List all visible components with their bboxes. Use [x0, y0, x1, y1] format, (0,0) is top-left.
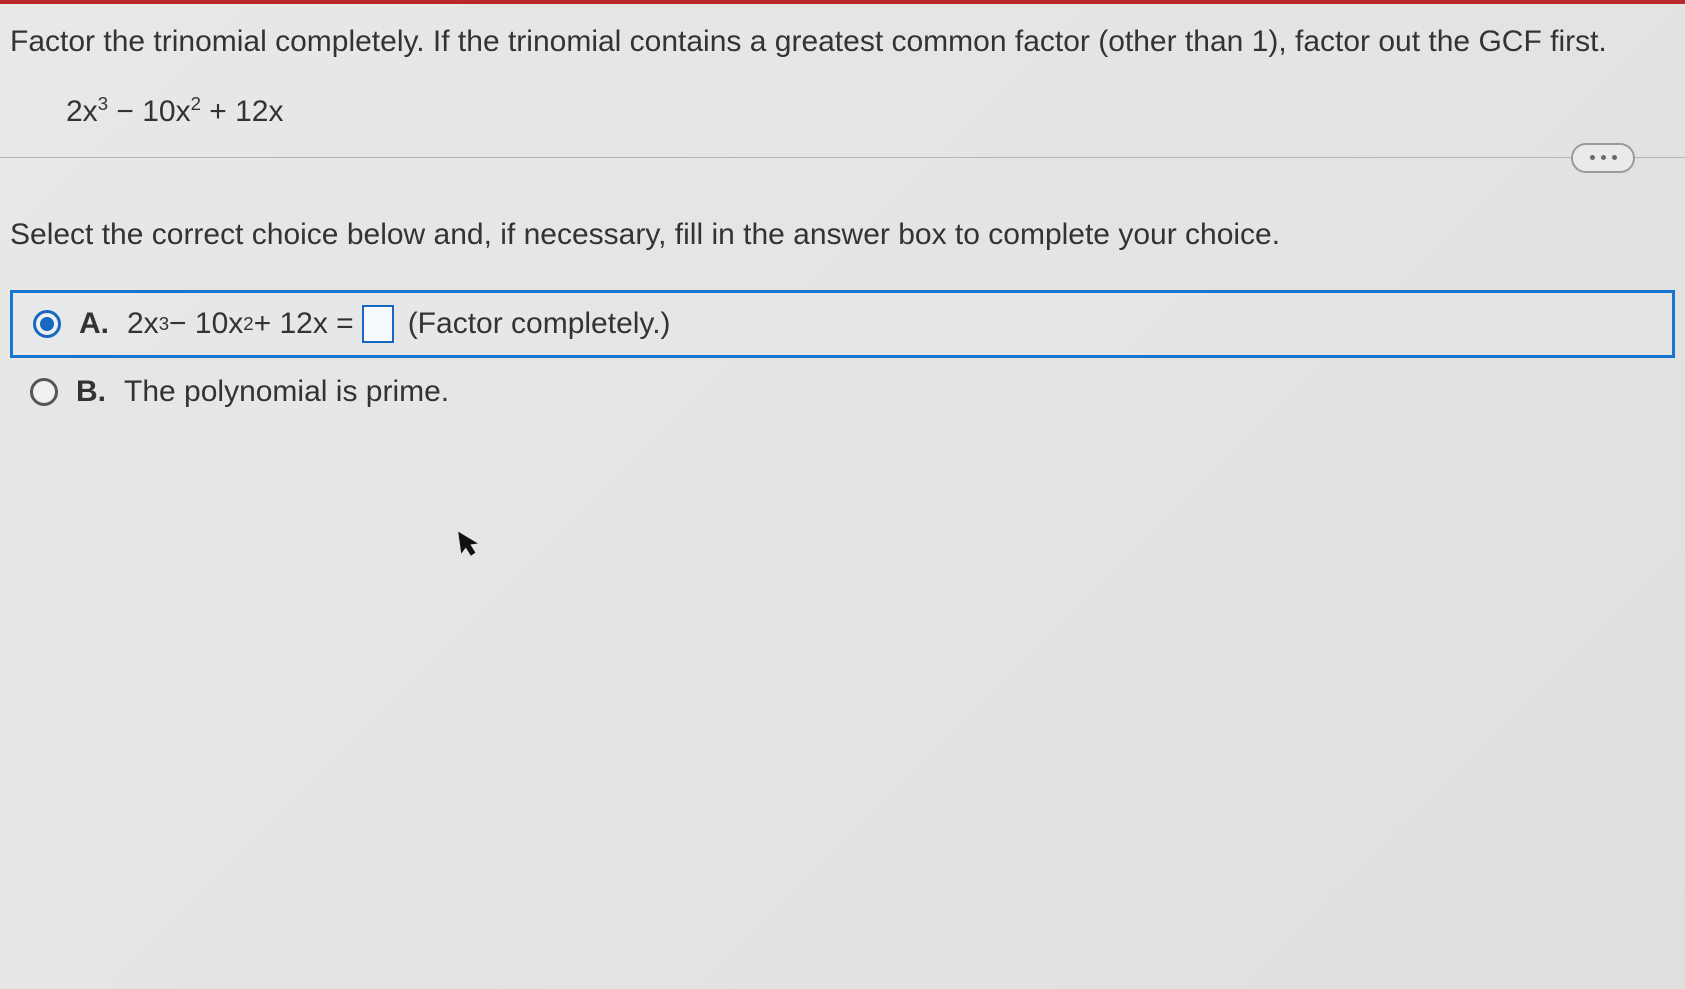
question-prompt: Factor the trinomial completely. If the …	[10, 22, 1675, 63]
choice-a-label: A.	[79, 307, 109, 341]
expr-term1-exp: 3	[98, 93, 108, 114]
choice-a-hint: (Factor completely.)	[408, 307, 671, 341]
choice-b-radio[interactable]	[30, 378, 58, 406]
ellipsis-dot-icon	[1601, 155, 1606, 160]
choice-a-body: 2x3 − 10x2 + 12x = (Factor completely.)	[127, 305, 671, 343]
choice-a-radio[interactable]	[33, 310, 61, 338]
choice-a-row[interactable]: A. 2x3 − 10x2 + 12x = (Factor completely…	[10, 290, 1675, 358]
cursor-icon	[458, 529, 485, 567]
expr-term2: − 10x	[108, 95, 191, 128]
answer-input-box[interactable]	[362, 305, 394, 343]
choice-b-row[interactable]: B. The polynomial is prime.	[10, 358, 1675, 426]
expr-term2-exp: 2	[191, 93, 201, 114]
page-root: Factor the trinomial completely. If the …	[0, 0, 1685, 989]
ellipsis-dot-icon	[1612, 155, 1617, 160]
choice-a-expr-mid: − 10x	[169, 307, 243, 341]
choice-b-text: The polynomial is prime.	[124, 375, 449, 409]
answer-section: Select the correct choice below and, if …	[0, 158, 1685, 446]
expr-term1-coef: 2x	[66, 95, 98, 128]
choice-b-label: B.	[76, 375, 106, 409]
choice-a-expr-tail: + 12x =	[254, 307, 354, 341]
question-section: Factor the trinomial completely. If the …	[0, 4, 1685, 158]
expr-term3: + 12x	[201, 95, 284, 128]
ellipsis-dot-icon	[1590, 155, 1595, 160]
question-expression: 2x3 − 10x2 + 12x	[66, 95, 1675, 129]
choice-a-expr-coef: 2x	[127, 307, 159, 341]
more-options-button[interactable]	[1571, 143, 1635, 173]
answer-instruction: Select the correct choice below and, if …	[10, 218, 1675, 252]
